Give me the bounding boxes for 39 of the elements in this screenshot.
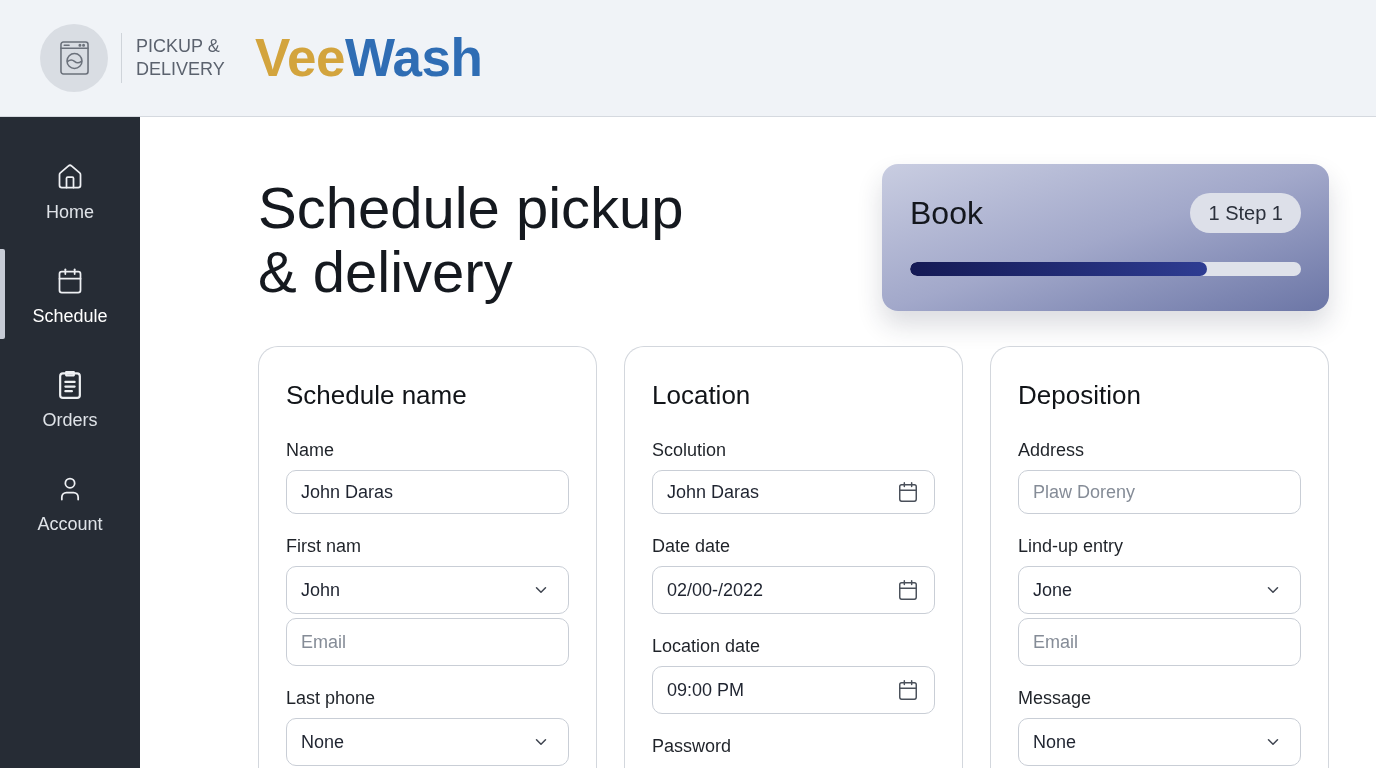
clipboard-icon xyxy=(56,371,84,399)
field-label: Message xyxy=(1018,687,1093,709)
house-icon xyxy=(56,163,84,191)
dropdown[interactable]: None xyxy=(1018,718,1301,766)
field-label: Date date xyxy=(652,535,732,557)
field-label: Location date xyxy=(652,635,762,657)
tagline: PICKUP & DELIVERY xyxy=(136,35,226,81)
card-heading: Deposition xyxy=(1018,379,1142,411)
card-title: Book xyxy=(910,194,983,233)
text-field[interactable]: Plaw Doreny xyxy=(1018,470,1301,514)
calendar-icon xyxy=(56,267,84,295)
date-field[interactable]: John Daras xyxy=(652,470,935,514)
field-label: Last phone xyxy=(286,687,377,709)
card-heading: Schedule name xyxy=(286,379,468,411)
text-field[interactable]: Email xyxy=(1018,618,1301,666)
dropdown[interactable]: None xyxy=(286,718,569,766)
dropdown[interactable]: John xyxy=(286,566,569,614)
field-label: Lind-up entry xyxy=(1018,535,1125,557)
brand-wordmark: VeeWash xyxy=(255,28,483,88)
page-title: Schedule pickup & delivery xyxy=(258,176,685,304)
field-label: Password xyxy=(652,735,733,757)
calendar-icon xyxy=(897,481,919,503)
date-field[interactable]: 02/00-/2022 xyxy=(652,566,935,614)
date-field[interactable]: 09:00 PM xyxy=(652,666,935,714)
field-label: First nam xyxy=(286,535,362,557)
calendar-icon xyxy=(897,679,919,701)
sidebar-item[interactable]: Home xyxy=(0,145,140,235)
sidebar-item[interactable]: Account xyxy=(0,457,140,547)
card-heading: Location xyxy=(652,379,752,411)
text-field[interactable]: Email xyxy=(286,618,569,666)
sidebar-item[interactable]: Orders xyxy=(0,353,140,443)
calendar-icon xyxy=(897,579,919,601)
field-label: Name xyxy=(286,439,335,461)
step-badge: 1 Step 1 xyxy=(1190,193,1301,233)
field-label: Address xyxy=(1018,439,1086,461)
field-label: Scolution xyxy=(652,439,728,461)
dropdown[interactable]: Jone xyxy=(1018,566,1301,614)
sidebar-item[interactable]: Schedule xyxy=(0,249,140,339)
text-field[interactable]: John Daras xyxy=(286,470,569,514)
